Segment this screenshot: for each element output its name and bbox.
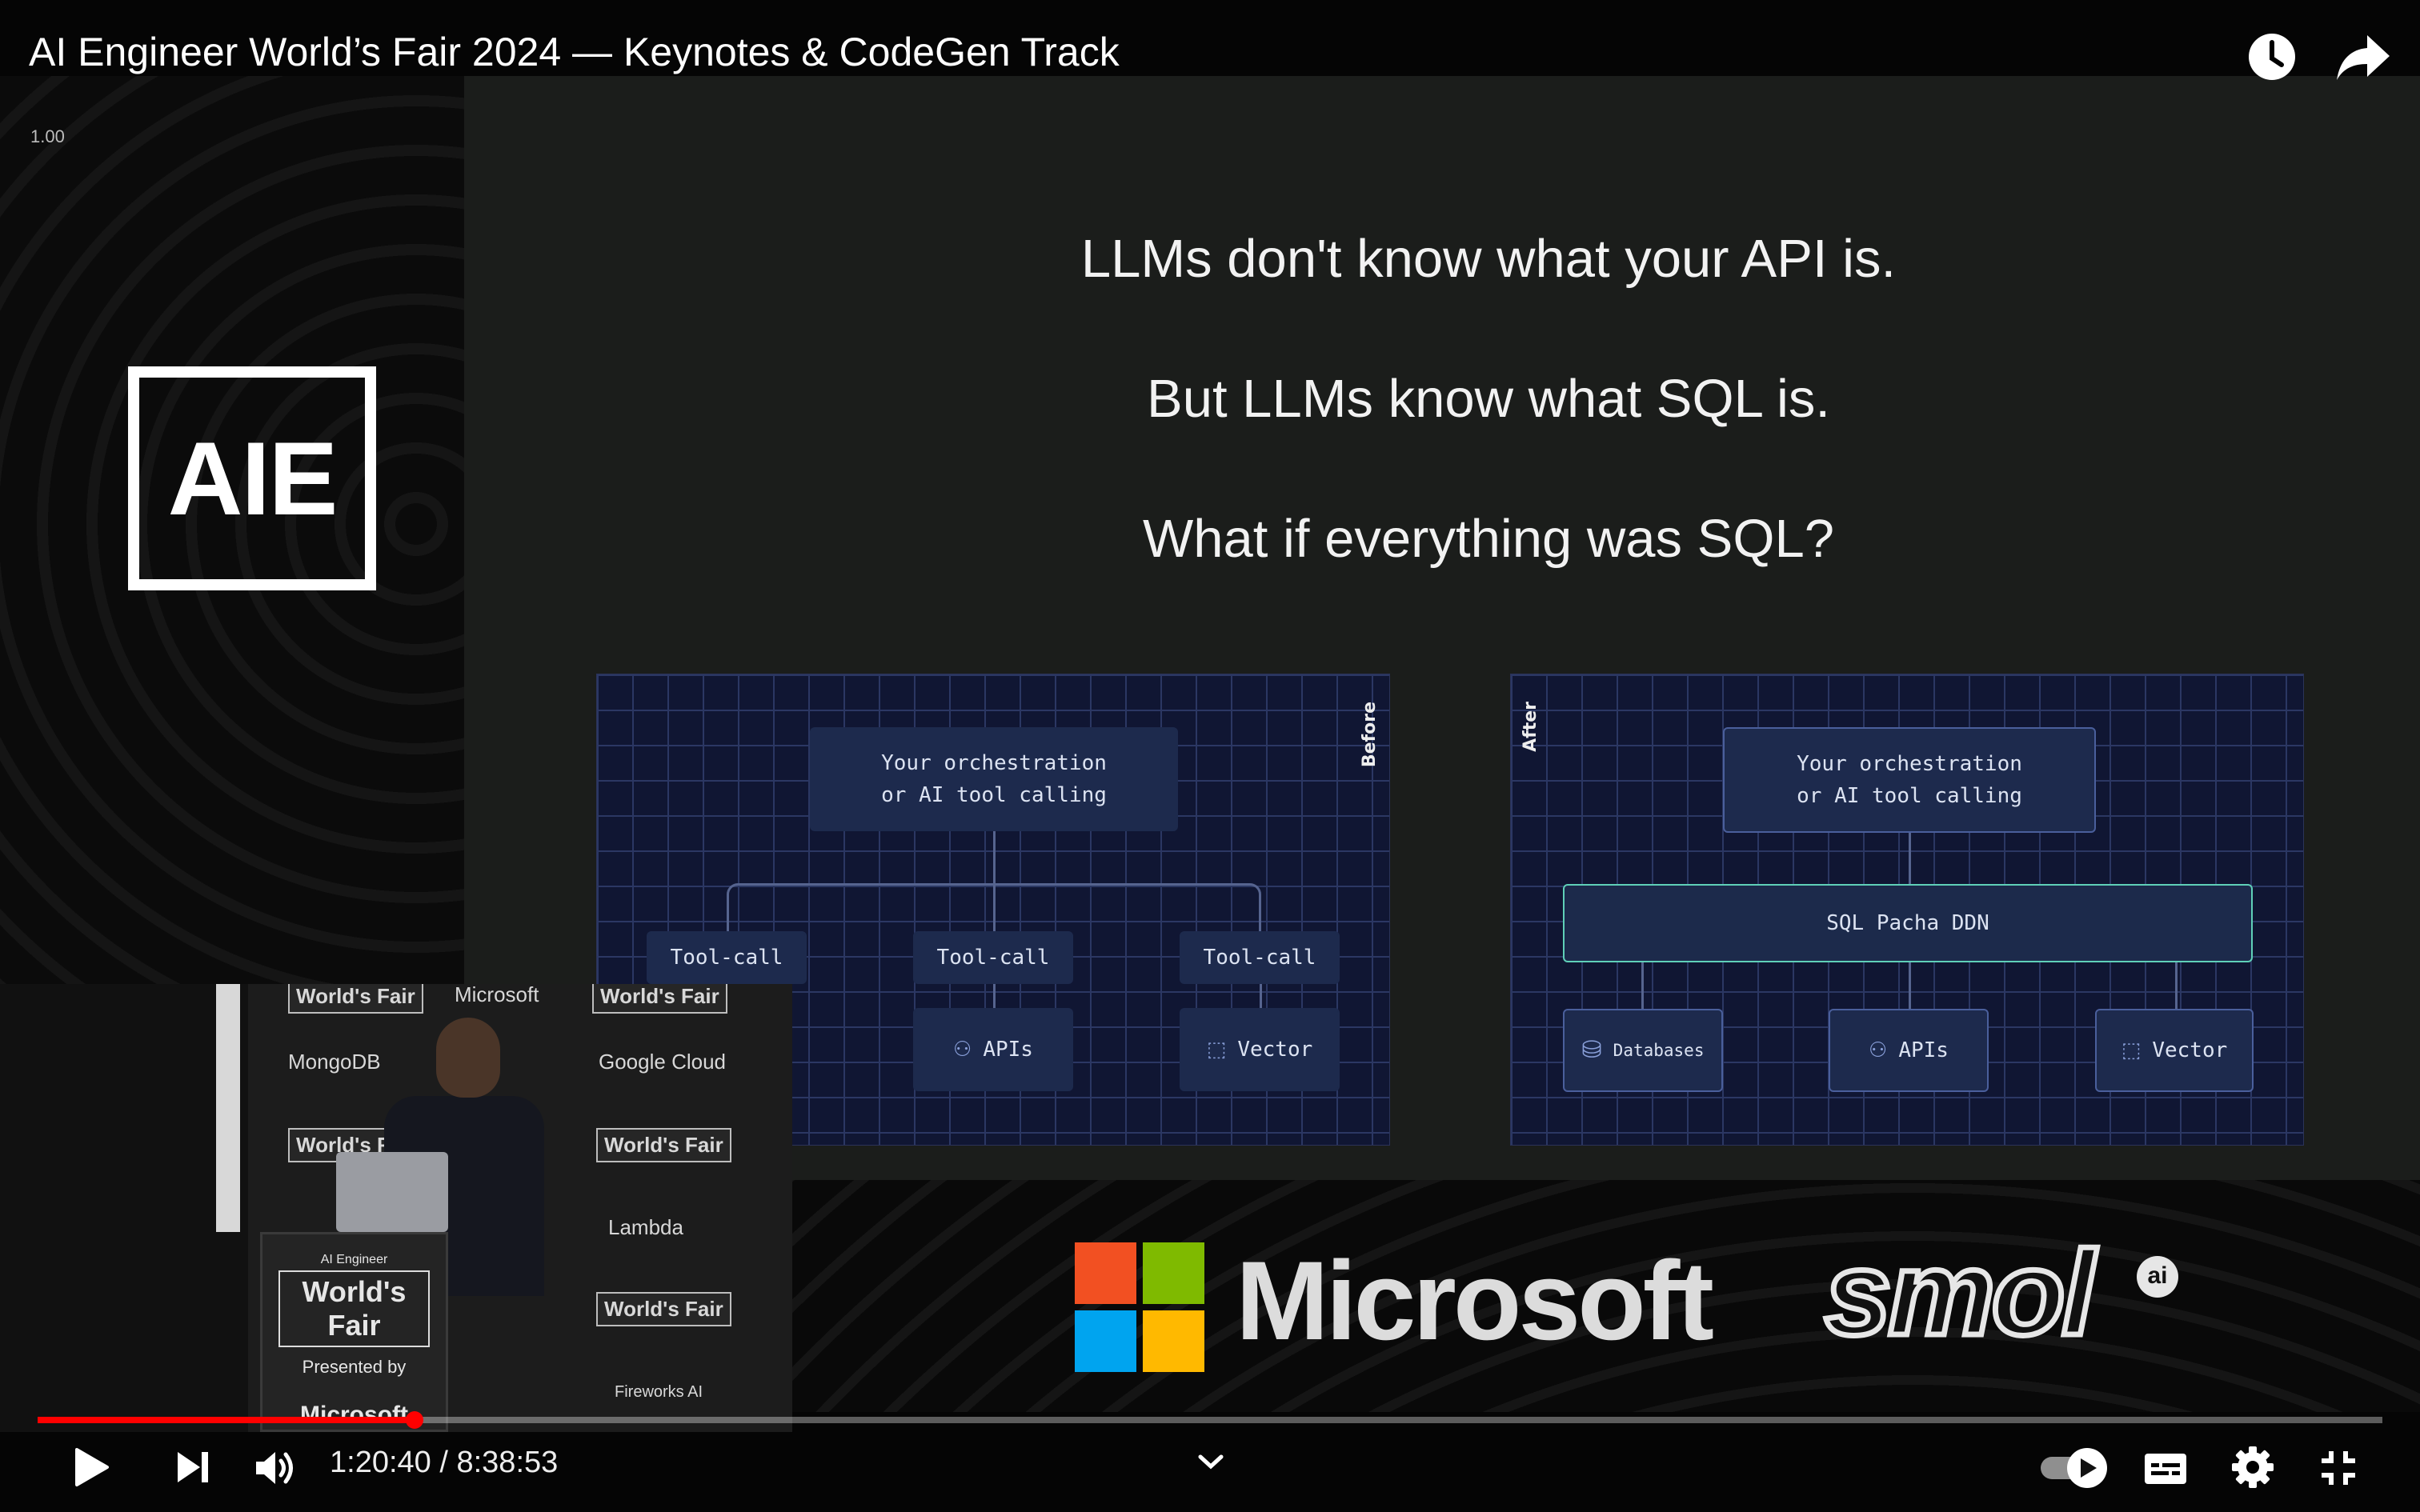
tool-call-box: Tool-call [647,931,807,984]
sql-ddn-box: SQL Pacha DDN [1563,884,2253,962]
smol-ai-badge: ai [2137,1256,2178,1298]
connector [1260,984,1262,1008]
microsoft-logo-square [1075,1310,1136,1372]
tool-call-box: Tool-call [913,931,1073,984]
podium-sign-top: AI Engineer [320,1253,388,1266]
sponsor-tile: Lambda [608,1215,683,1239]
sponsor-tile: Microsoft [455,984,539,1006]
speaker-head [436,1018,500,1098]
chevron-down-icon[interactable] [1197,1452,1224,1471]
slide-line-2: But LLMs know what SQL is. [1147,369,1830,429]
orchestration-line-1: Your orchestration [1797,751,2022,776]
microsoft-logo-square [1075,1242,1136,1304]
orchestration-box: Your orchestration or AI tool calling [1723,727,2096,833]
vector-icon: ⬚ [1206,1037,1227,1062]
microsoft-logo-icon [1075,1242,1204,1372]
sponsor-tile: World's Fair [596,1128,731,1162]
connector [993,984,996,1008]
apis-box: ⚇ APIs [1829,1009,1989,1092]
databases-label: Databases [1613,1040,1705,1060]
podium-sign: AI Engineer World's Fair Presented by Mi… [272,1248,436,1428]
speaker-camera-inset: World's Fair Microsoft MongoDB World's F… [0,984,792,1432]
autoplay-toggle-icon[interactable] [2039,1446,2109,1490]
apis-label: APIs [983,1037,1033,1062]
sponsor-tile: Fireworks AI [615,1383,703,1401]
microsoft-logo-square [1143,1242,1204,1304]
clock-icon[interactable] [2247,32,2297,82]
captions-icon[interactable] [2143,1452,2188,1486]
time-display: 1:20:40 / 8:38:53 [330,1446,558,1480]
sponsor-tile: MongoDB [288,1050,381,1074]
slide-line-1: LLMs don't know what your API is. [1080,229,1897,289]
connector [2175,962,2178,1009]
connector [1641,962,1644,1009]
orchestration-line-1: Your orchestration [881,750,1107,775]
orchestration-line-2: or AI tool calling [1797,784,2022,808]
smol-wordmark: smol [1821,1223,2097,1363]
sitemap-icon: ⚇ [953,1037,972,1062]
connector [1909,962,1911,1009]
database-icon: ⛁ [1581,1035,1602,1064]
apis-label: APIs [1898,1038,1949,1062]
progress-played [38,1417,415,1423]
play-icon[interactable] [74,1446,110,1488]
sitemap-icon: ⚇ [1869,1038,1888,1062]
vector-icon: ⬚ [2121,1038,2142,1062]
aie-logo: AIE [128,366,376,590]
sponsor-tile: World's Fair [596,1292,731,1326]
sponsor-tile: Google Cloud [599,1050,726,1074]
databases-box: ⛁ Databases [1563,1009,1723,1092]
sponsor-tile: World's Fair [288,984,423,1014]
share-icon[interactable] [2335,32,2391,82]
apis-box: ⚇ APIs [913,1008,1073,1091]
connector [1909,833,1911,884]
settings-gear-icon[interactable] [2232,1446,2274,1488]
before-label: Before [1360,702,1380,768]
microsoft-wordmark: Microsoft [1236,1238,1714,1363]
connector [993,883,996,931]
microsoft-logo-square [1143,1310,1204,1372]
vector-box: ⬚ Vector [2095,1009,2254,1092]
sponsor-tile: World's Fair [592,984,727,1014]
orchestration-line-2: or AI tool calling [881,783,1107,807]
stage-wall [216,984,240,1232]
exit-fullscreen-icon[interactable] [2320,1450,2357,1486]
volume-icon[interactable] [254,1450,296,1486]
duration: 8:38:53 [456,1446,559,1479]
video-title[interactable]: AI Engineer World’s Fair 2024 — Keynotes… [29,29,1120,75]
vector-label: Vector [1237,1037,1313,1062]
speed-readout: 1.00 [30,126,65,146]
after-label: After [1521,702,1541,752]
progress-scrubber-handle[interactable] [405,1411,423,1429]
vector-label: Vector [2152,1038,2228,1062]
video-frame[interactable]: 1.00 AIE LLMs don't know what your API i… [0,0,2420,1512]
slide-line-3: What if everything was SQL? [1143,509,1834,569]
tool-call-box: Tool-call [1180,931,1340,984]
podium-sign-presented: Presented by [302,1357,407,1377]
after-diagram: After Your orchestration or AI tool calli… [1510,674,2304,1146]
orchestration-box: Your orchestration or AI tool calling [810,727,1178,831]
next-icon[interactable] [176,1450,210,1484]
time-separator: / [431,1446,457,1479]
current-time: 1:20:40 [330,1446,431,1479]
connector [993,831,996,883]
podium-sign-title: World's Fair [278,1270,430,1347]
vector-box: ⬚ Vector [1180,1008,1340,1091]
laptop [336,1152,448,1232]
